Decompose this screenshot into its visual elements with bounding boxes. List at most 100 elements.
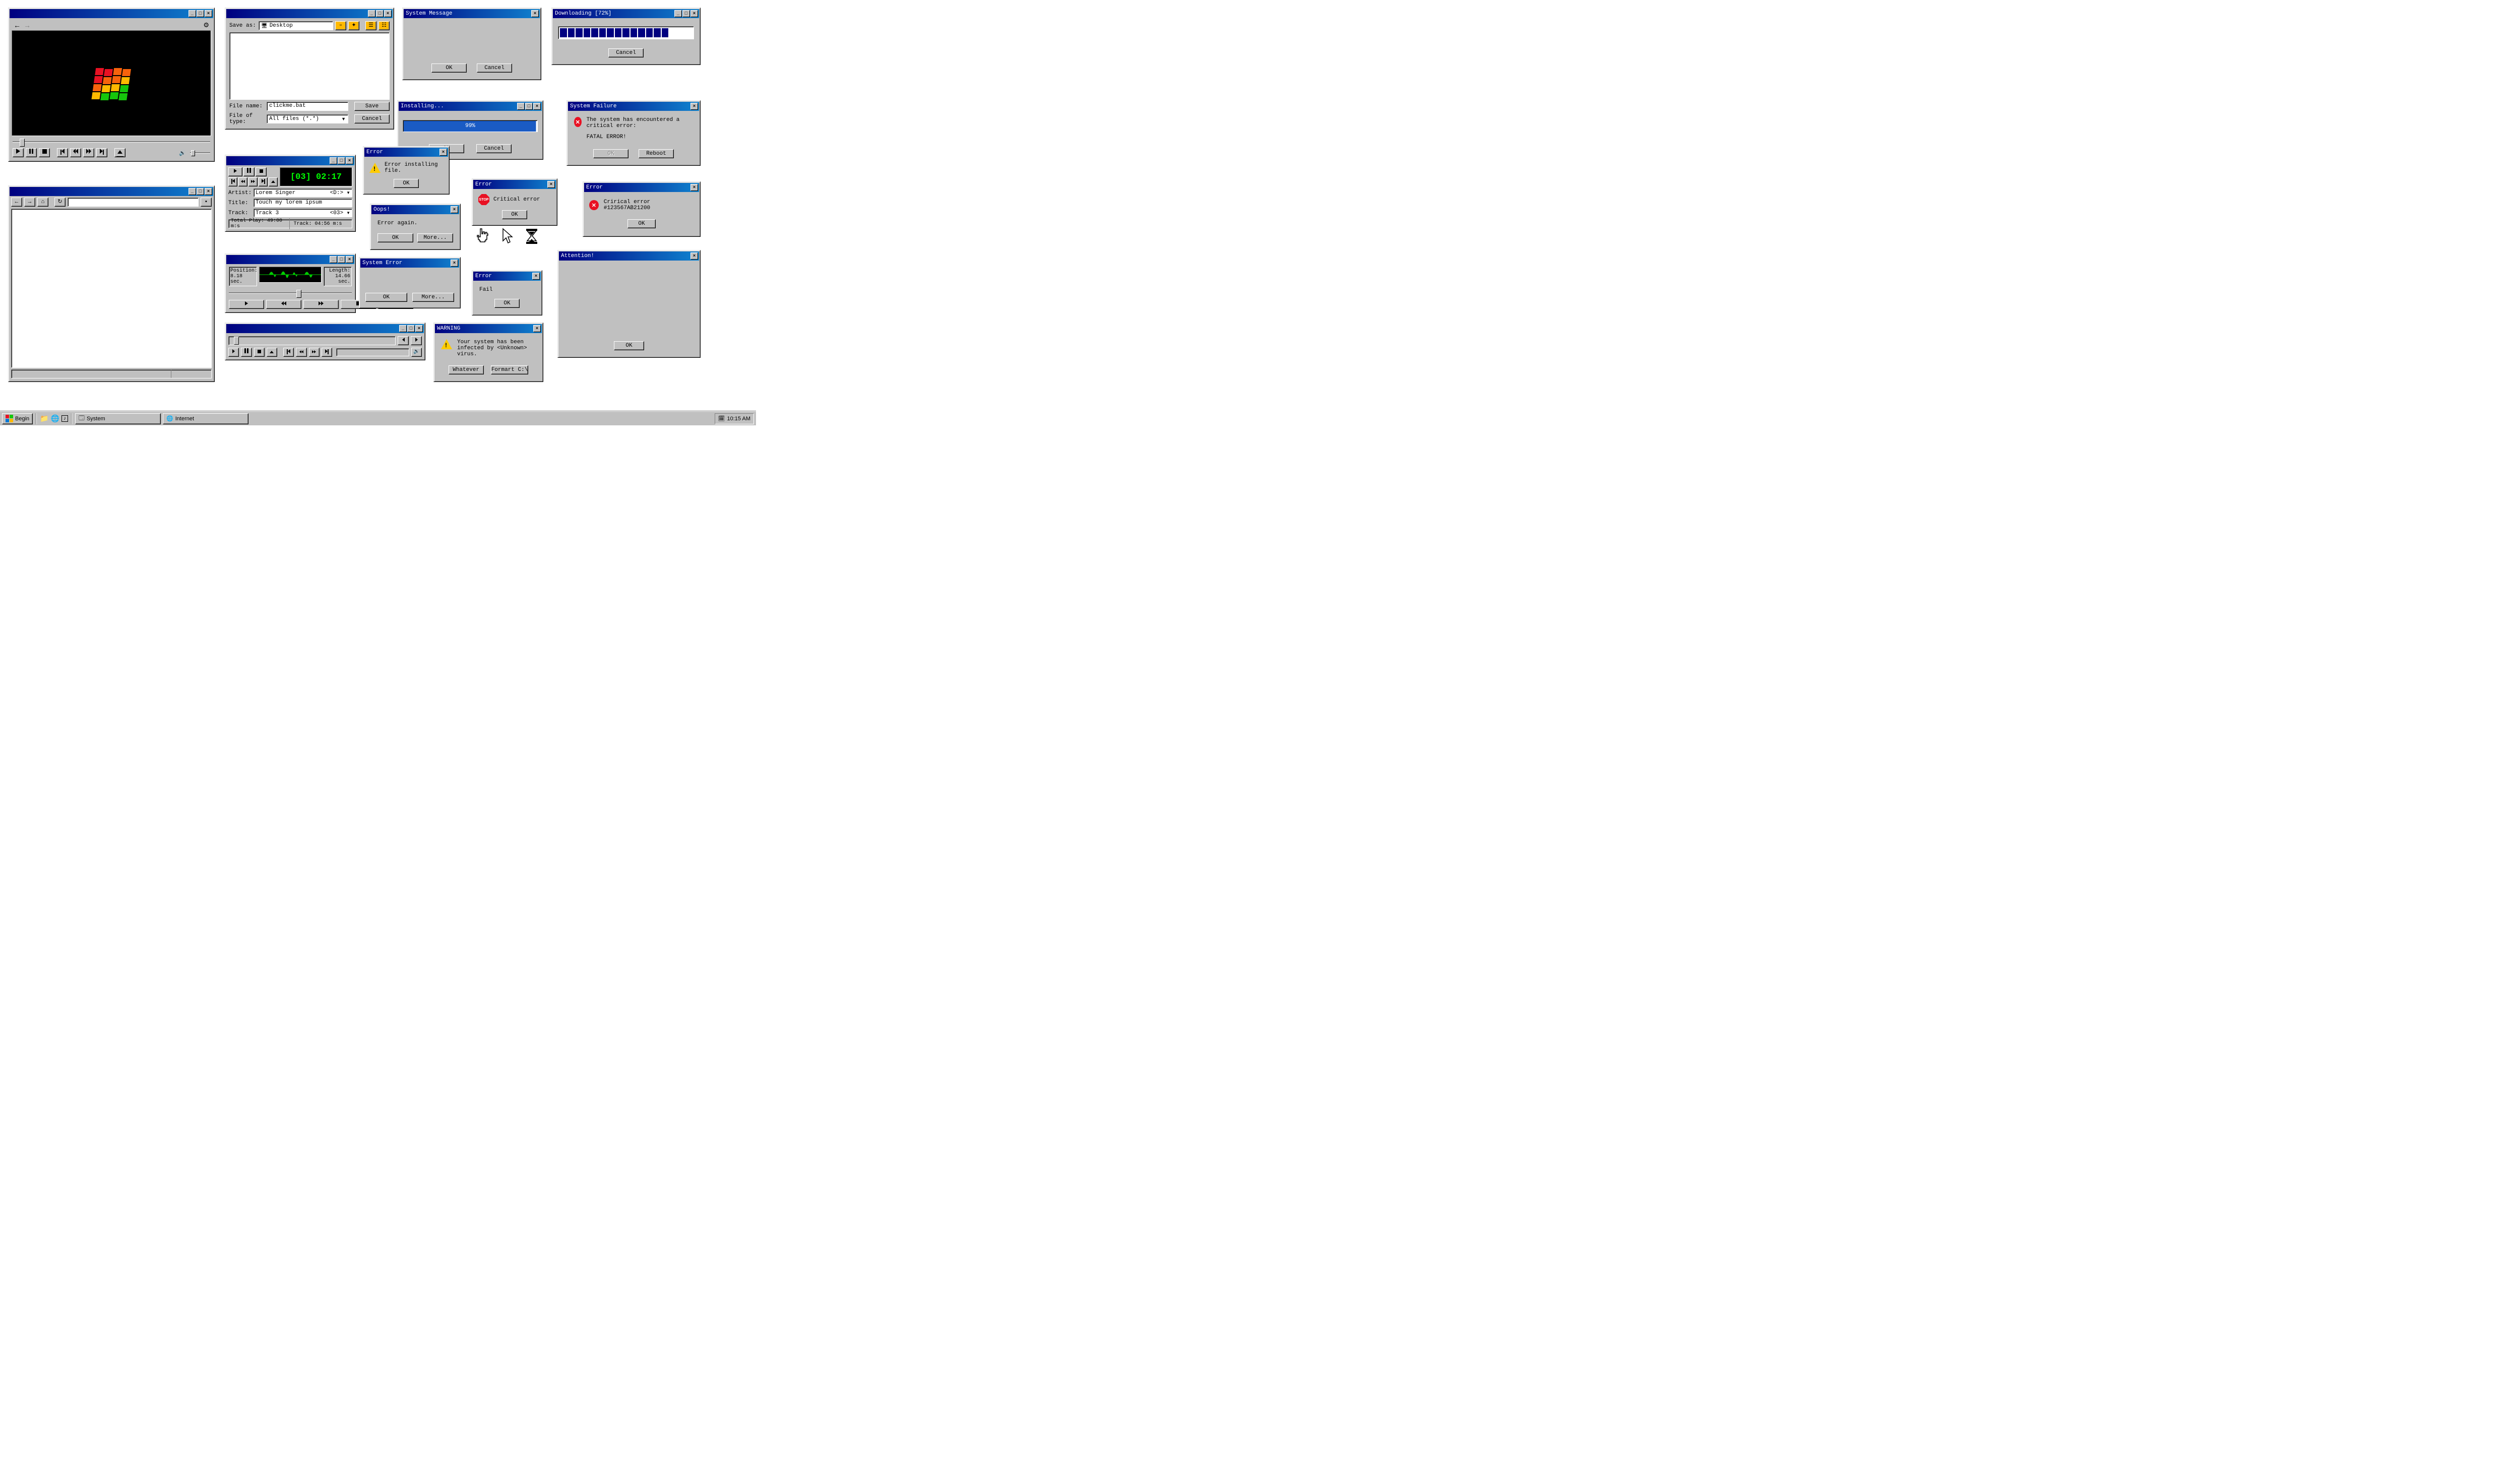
forward-button[interactable] bbox=[83, 148, 94, 157]
eject-button[interactable] bbox=[114, 148, 125, 157]
reboot-button[interactable]: Reboot bbox=[639, 149, 674, 158]
ok-button[interactable]: OK bbox=[377, 233, 413, 242]
warning-dialog[interactable]: WARNING × Your system has been infected … bbox=[433, 323, 543, 382]
cancel-button[interactable]: Cancel bbox=[608, 48, 644, 57]
seek-bar[interactable] bbox=[228, 336, 396, 345]
position-thumb[interactable] bbox=[296, 290, 301, 298]
maximize-button[interactable]: □ bbox=[197, 188, 204, 195]
prev-button[interactable] bbox=[283, 348, 294, 357]
minimize-button[interactable]: _ bbox=[399, 325, 407, 332]
eject-button[interactable] bbox=[267, 348, 277, 357]
close-button[interactable]: × bbox=[690, 103, 698, 110]
whatever-button[interactable]: Whatever bbox=[449, 365, 484, 374]
gear-icon[interactable]: ⚙ bbox=[203, 21, 209, 29]
ok-button[interactable]: OK bbox=[394, 179, 419, 188]
up-folder-button[interactable]: ▫ bbox=[335, 21, 346, 30]
forward-button[interactable]: → bbox=[24, 198, 35, 207]
close-button[interactable]: × bbox=[547, 181, 555, 188]
play-button[interactable] bbox=[229, 300, 264, 309]
close-button[interactable]: × bbox=[384, 10, 392, 17]
prev-button[interactable] bbox=[57, 148, 68, 157]
track-dropdown[interactable]: Track 3<03>▼ bbox=[254, 209, 352, 217]
cancel-button[interactable]: Cancel bbox=[354, 114, 390, 123]
ok-button[interactable]: OK bbox=[365, 293, 407, 302]
eject-button[interactable] bbox=[269, 177, 278, 186]
close-button[interactable]: × bbox=[205, 10, 212, 17]
taskbar[interactable]: Begin 📁 🌐 ♪ 🗔 System 🌐 Internet 🗓 10:15 … bbox=[0, 411, 756, 425]
fast-forward-button[interactable] bbox=[309, 348, 320, 357]
stop-button[interactable] bbox=[256, 167, 267, 176]
address-bar[interactable] bbox=[68, 198, 199, 207]
error-dialog[interactable]: Error × Error installing file. OK bbox=[363, 146, 450, 195]
forward-button[interactable] bbox=[248, 177, 258, 186]
save-button[interactable]: Save bbox=[354, 102, 390, 111]
system-error-dialog[interactable]: System Error × OK More... bbox=[359, 257, 461, 308]
format-button[interactable]: Formart C:\ bbox=[491, 365, 529, 374]
close-button[interactable]: × bbox=[690, 252, 698, 260]
minimize-button[interactable]: _ bbox=[188, 10, 196, 17]
pause-button[interactable] bbox=[241, 348, 251, 357]
next-button[interactable] bbox=[322, 348, 332, 357]
task-button-system[interactable]: 🗔 System bbox=[75, 413, 161, 424]
close-button[interactable]: × bbox=[690, 10, 698, 17]
oops-dialog[interactable]: Oops! × Error again. OK More... bbox=[370, 204, 461, 250]
cd-player-window[interactable]: _□× [03] 02:17 Artist: bbox=[225, 155, 356, 232]
more-button[interactable]: More... bbox=[412, 293, 454, 302]
back-button[interactable]: ← bbox=[11, 198, 22, 207]
play-button[interactable] bbox=[228, 348, 239, 357]
browser-window[interactable]: _□× ← → ⌂ ↻ ▪ bbox=[8, 185, 215, 382]
minimize-button[interactable]: _ bbox=[368, 10, 375, 17]
volume-button[interactable]: 🔊 bbox=[411, 348, 422, 357]
volume-thumb[interactable] bbox=[191, 150, 195, 156]
close-button[interactable]: × bbox=[451, 260, 458, 267]
play-button[interactable] bbox=[13, 148, 24, 157]
ok-button[interactable]: OK bbox=[502, 210, 527, 219]
ok-button[interactable]: OK bbox=[494, 299, 520, 308]
pause-button[interactable] bbox=[243, 167, 255, 176]
new-folder-button[interactable]: ✦ bbox=[348, 21, 359, 30]
fail-error-dialog[interactable]: Error × Fail OK bbox=[472, 270, 542, 315]
close-button[interactable]: × bbox=[533, 325, 541, 332]
close-button[interactable]: × bbox=[346, 256, 353, 263]
close-button[interactable]: × bbox=[451, 206, 458, 213]
refresh-button[interactable]: ↻ bbox=[54, 198, 66, 207]
close-button[interactable]: × bbox=[205, 188, 212, 195]
file-name-input[interactable]: clickme.bat bbox=[267, 102, 348, 111]
minimize-button[interactable]: _ bbox=[674, 10, 682, 17]
close-button[interactable]: × bbox=[532, 273, 540, 280]
detail-view-button[interactable]: ☷ bbox=[379, 21, 390, 30]
clock-tray[interactable]: 🗓 10:15 AM bbox=[715, 413, 754, 424]
forward-arrow-icon[interactable]: → bbox=[24, 21, 31, 29]
attention-dialog[interactable]: Attention! × OK bbox=[557, 250, 701, 358]
video-player-window[interactable]: _ □ × ← → ⚙ bbox=[8, 8, 215, 162]
tray-folder-icon[interactable]: 📁 bbox=[40, 414, 48, 423]
downloading-dialog[interactable]: Downloading [72%] _□× Cancel bbox=[551, 8, 701, 65]
rewind-button[interactable] bbox=[296, 348, 306, 357]
pause-button[interactable] bbox=[26, 148, 37, 157]
rewind-button[interactable] bbox=[238, 177, 247, 186]
save-dialog[interactable]: _□× Save as: 🖥 Desktop ▫ ✦ ☰ ☷ File name… bbox=[225, 8, 394, 130]
maximize-button[interactable]: □ bbox=[525, 103, 533, 110]
more-button[interactable]: More... bbox=[417, 233, 453, 242]
maximize-button[interactable]: □ bbox=[197, 10, 204, 17]
ok-button[interactable]: OK bbox=[614, 341, 644, 350]
media-seek-window[interactable]: _□× 🔊 bbox=[225, 323, 425, 360]
next-track-button[interactable] bbox=[259, 177, 268, 186]
minimize-button[interactable]: _ bbox=[330, 157, 337, 164]
rewind-button[interactable] bbox=[70, 148, 81, 157]
tray-globe-icon[interactable]: 🌐 bbox=[51, 414, 59, 423]
close-button[interactable]: × bbox=[690, 184, 698, 191]
minimize-button[interactable]: _ bbox=[330, 256, 337, 263]
ok-button[interactable]: OK bbox=[431, 63, 467, 73]
task-button-internet[interactable]: 🌐 Internet bbox=[163, 413, 248, 424]
step-back-button[interactable] bbox=[398, 336, 409, 345]
stop-button[interactable] bbox=[39, 148, 50, 157]
maximize-button[interactable]: □ bbox=[338, 256, 345, 263]
start-button[interactable]: Begin bbox=[2, 413, 33, 424]
list-view-button[interactable]: ☰ bbox=[365, 21, 376, 30]
minimize-button[interactable]: _ bbox=[188, 188, 196, 195]
close-button[interactable]: × bbox=[415, 325, 423, 332]
close-button[interactable]: × bbox=[531, 10, 539, 17]
artist-dropdown[interactable]: Lorem Singer<D:>▼ bbox=[254, 188, 352, 197]
error-code-dialog[interactable]: Error × ✕ Crirical error #123567AB21200 … bbox=[583, 181, 701, 237]
